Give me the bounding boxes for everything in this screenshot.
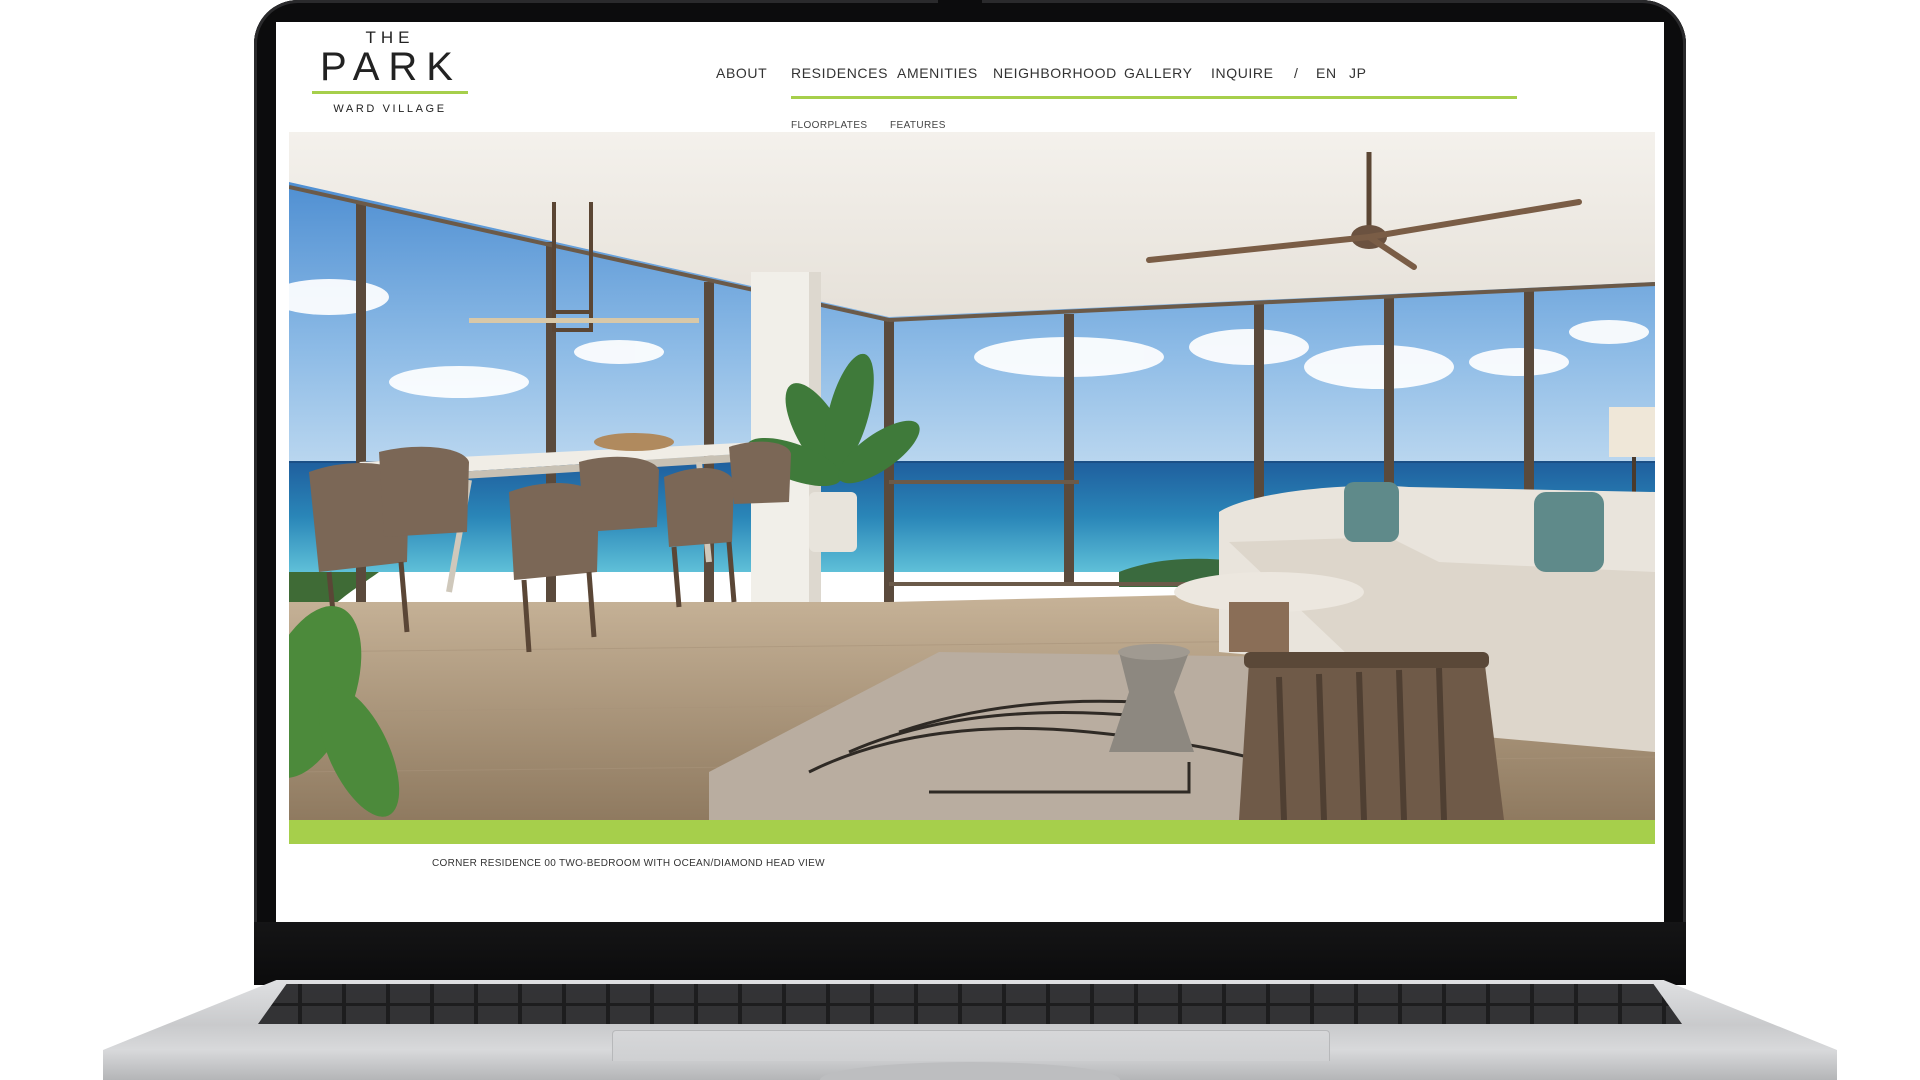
nav-lang-en[interactable]: EN bbox=[1316, 65, 1337, 81]
hero-image bbox=[289, 132, 1655, 820]
website-screen: THE PARK WARD VILLAGE ABOUT RESIDENCES A… bbox=[276, 22, 1664, 922]
subnav-floorplates[interactable]: FLOORPLATES bbox=[791, 120, 867, 131]
nav-residences[interactable]: RESIDENCES bbox=[791, 65, 888, 81]
laptop-keyboard bbox=[258, 984, 1682, 1024]
hero-interior-illustration bbox=[289, 132, 1655, 820]
nav-about[interactable]: ABOUT bbox=[716, 65, 767, 81]
nav-language-separator: / bbox=[1294, 65, 1299, 81]
nav-neighborhood[interactable]: NEIGHBORHOOD bbox=[993, 65, 1117, 81]
nav-gallery[interactable]: GALLERY bbox=[1124, 65, 1193, 81]
logo-ward-village: WARD VILLAGE bbox=[333, 103, 447, 115]
laptop-trackpad bbox=[612, 1030, 1330, 1061]
logo-underline bbox=[312, 91, 468, 94]
hero-accent-bar bbox=[289, 820, 1655, 844]
hero-caption: CORNER RESIDENCE 00 TWO-BEDROOM WITH OCE… bbox=[432, 858, 825, 869]
nav-lang-jp[interactable]: JP bbox=[1349, 65, 1367, 81]
subnav-features[interactable]: FEATURES bbox=[890, 120, 946, 131]
camera-notch bbox=[938, 0, 982, 8]
nav-underline bbox=[791, 96, 1517, 99]
main-nav: ABOUT RESIDENCES AMENITIES NEIGHBORHOOD … bbox=[276, 65, 1664, 85]
nav-amenities[interactable]: AMENITIES bbox=[897, 65, 978, 81]
nav-inquire[interactable]: INQUIRE bbox=[1211, 65, 1274, 81]
laptop-bottom-bezel bbox=[254, 922, 1686, 985]
